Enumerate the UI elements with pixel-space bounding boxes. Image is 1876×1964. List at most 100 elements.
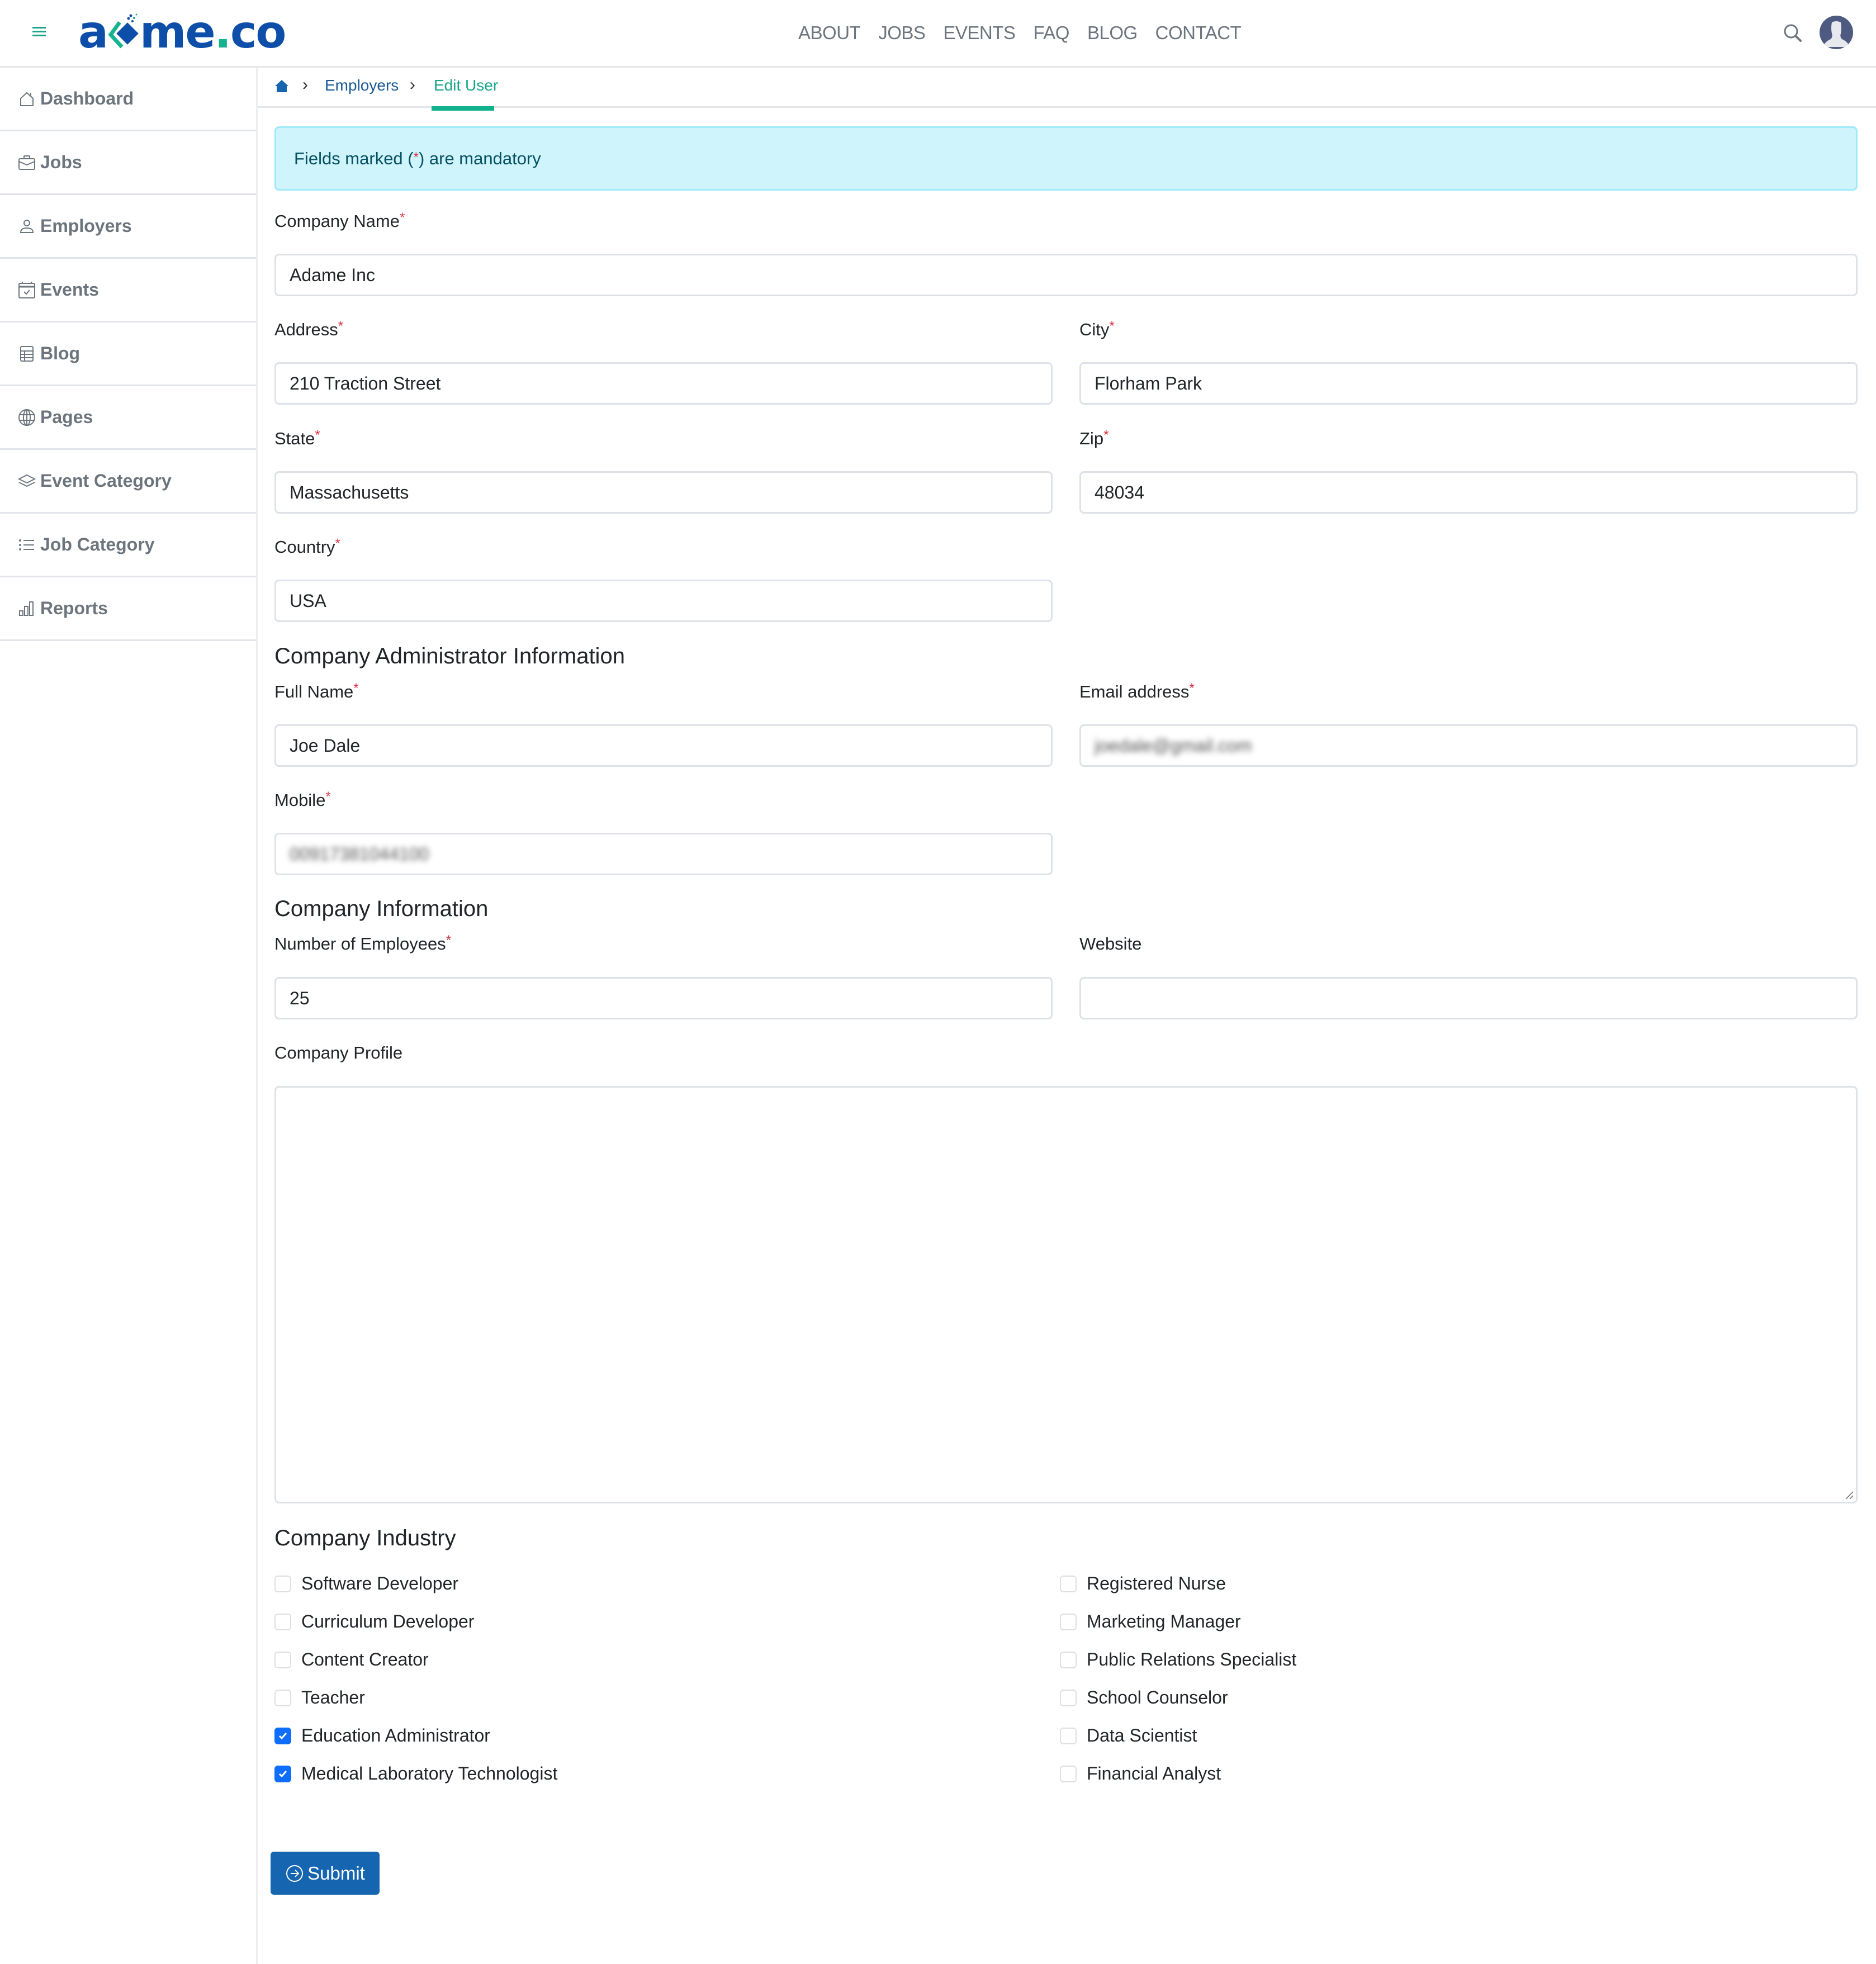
nav-jobs[interactable]: JOBS bbox=[878, 22, 926, 44]
globe-icon bbox=[18, 409, 36, 426]
industry-label: Education Administrator bbox=[301, 1725, 490, 1745]
sidebar-item-job-category[interactable]: Job Category bbox=[0, 514, 256, 577]
sidebar: Dashboard Jobs Employers Events Blog Pag… bbox=[0, 68, 258, 1964]
breadcrumb-chevron-icon: › bbox=[410, 75, 415, 94]
zip-input[interactable]: 48034 bbox=[1079, 471, 1858, 514]
address-input[interactable]: 210 Traction Street bbox=[274, 362, 1053, 405]
admin-info-heading: Company Administrator Information bbox=[274, 644, 625, 668]
checkbox-unchecked[interactable] bbox=[1060, 1689, 1077, 1706]
email-input[interactable]: joedale@gmail.com bbox=[1079, 724, 1858, 767]
industry-checkbox-row[interactable]: School Counselor bbox=[1060, 1687, 1228, 1708]
logo[interactable]: a me.co bbox=[78, 6, 286, 58]
employees-input[interactable]: 25 bbox=[274, 977, 1053, 1019]
industry-label: School Counselor bbox=[1087, 1687, 1228, 1707]
zip-label: Zip* bbox=[1079, 428, 1109, 448]
industry-label: Software Developer bbox=[301, 1573, 459, 1593]
state-input[interactable]: Massachusetts bbox=[274, 471, 1053, 514]
search-icon[interactable] bbox=[1782, 22, 1804, 45]
sidebar-item-dashboard[interactable]: Dashboard bbox=[0, 68, 256, 131]
mobile-input[interactable]: 00917381044100 bbox=[274, 833, 1053, 875]
logo-letter-a: a bbox=[78, 6, 108, 58]
main-nav: ABOUT JOBS EVENTS FAQ BLOG CONTACT bbox=[798, 22, 1259, 44]
industry-checkbox-row[interactable]: Registered Nurse bbox=[1060, 1573, 1226, 1594]
logo-mark-icon bbox=[108, 13, 139, 49]
checkbox-unchecked[interactable] bbox=[1060, 1613, 1077, 1630]
mandatory-fields-alert: Fields marked (*) are mandatory bbox=[274, 126, 1858, 191]
website-label: Website bbox=[1079, 934, 1142, 953]
checkbox-unchecked[interactable] bbox=[1060, 1765, 1077, 1782]
checkbox-unchecked[interactable] bbox=[274, 1613, 291, 1630]
sidebar-item-events[interactable]: Events bbox=[0, 259, 256, 322]
submit-button[interactable]: Submit bbox=[271, 1852, 380, 1895]
sidebar-item-pages[interactable]: Pages bbox=[0, 386, 256, 450]
checkbox-unchecked[interactable] bbox=[1060, 1575, 1077, 1592]
mobile-label: Mobile* bbox=[274, 789, 331, 810]
nav-events[interactable]: EVENTS bbox=[943, 22, 1016, 44]
industry-label: Content Creator bbox=[301, 1649, 429, 1669]
industry-checkbox-row[interactable]: Medical Laboratory Technologist bbox=[274, 1763, 557, 1784]
nav-contact[interactable]: CONTACT bbox=[1155, 22, 1242, 44]
sidebar-item-blog[interactable]: Blog bbox=[0, 322, 256, 386]
company-profile-textarea[interactable] bbox=[274, 1086, 1858, 1503]
checkbox-unchecked[interactable] bbox=[274, 1575, 291, 1592]
sidebar-item-jobs[interactable]: Jobs bbox=[0, 131, 256, 195]
sidebar-item-reports[interactable]: Reports bbox=[0, 577, 256, 641]
checkbox-unchecked[interactable] bbox=[274, 1689, 291, 1706]
breadcrumb-chevron-icon: › bbox=[302, 75, 308, 94]
list-icon bbox=[18, 536, 36, 554]
country-label: Country* bbox=[274, 536, 340, 557]
checkbox-unchecked[interactable] bbox=[1060, 1727, 1077, 1744]
checkbox-unchecked[interactable] bbox=[274, 1651, 291, 1668]
nav-faq[interactable]: FAQ bbox=[1033, 22, 1069, 44]
industry-checkbox-row[interactable]: Financial Analyst bbox=[1060, 1763, 1221, 1784]
checkmark-icon bbox=[278, 1732, 287, 1739]
website-input[interactable] bbox=[1079, 977, 1858, 1019]
top-header: a me.co ABOUT JOBS EVENTS FAQ BLOG CONTA… bbox=[0, 0, 1876, 68]
company-name-input[interactable]: Adame Inc bbox=[274, 254, 1858, 296]
checkmark-icon bbox=[278, 1770, 287, 1777]
nav-about[interactable]: ABOUT bbox=[798, 22, 861, 44]
industry-checkbox-row[interactable]: Content Creator bbox=[274, 1649, 429, 1670]
breadcrumb-home-icon[interactable] bbox=[274, 79, 289, 93]
industry-label: Public Relations Specialist bbox=[1087, 1649, 1297, 1669]
industry-label: Medical Laboratory Technologist bbox=[301, 1763, 558, 1783]
full-name-input[interactable]: Joe Dale bbox=[274, 724, 1053, 767]
industry-checkbox-row[interactable]: Curriculum Developer bbox=[274, 1611, 474, 1632]
sidebar-item-employers[interactable]: Employers bbox=[0, 195, 256, 259]
city-label: City* bbox=[1079, 319, 1115, 339]
active-breadcrumb-underline bbox=[432, 106, 494, 111]
nav-blog[interactable]: BLOG bbox=[1087, 22, 1138, 44]
checkbox-unchecked[interactable] bbox=[1060, 1651, 1077, 1668]
industry-label: Financial Analyst bbox=[1087, 1763, 1221, 1783]
menu-toggle-icon[interactable] bbox=[32, 27, 46, 38]
layers-icon bbox=[18, 472, 36, 490]
resize-handle-icon[interactable] bbox=[1845, 1491, 1854, 1500]
country-input[interactable]: USA bbox=[274, 580, 1053, 622]
briefcase-icon bbox=[18, 154, 36, 172]
email-label: Email address* bbox=[1079, 681, 1195, 701]
arrow-right-circle-icon bbox=[286, 1865, 304, 1882]
industry-checkbox-row[interactable]: Education Administrator bbox=[274, 1725, 490, 1746]
breadcrumb-edit-user: Edit User bbox=[434, 77, 499, 94]
company-industry-heading: Company Industry bbox=[274, 1526, 456, 1550]
industry-checkbox-row[interactable]: Data Scientist bbox=[1060, 1725, 1197, 1746]
industry-checkbox-row[interactable]: Marketing Manager bbox=[1060, 1611, 1241, 1632]
required-asterisk: * bbox=[413, 149, 419, 165]
industry-checkbox-row[interactable]: Public Relations Specialist bbox=[1060, 1649, 1296, 1670]
industry-checkbox-row[interactable]: Software Developer bbox=[274, 1573, 458, 1594]
industry-checkbox-row[interactable]: Teacher bbox=[274, 1687, 365, 1708]
breadcrumb-employers[interactable]: Employers bbox=[325, 77, 399, 94]
bar-chart-icon bbox=[18, 600, 36, 618]
full-name-label: Full Name* bbox=[274, 681, 359, 701]
checkbox-checked[interactable] bbox=[274, 1765, 291, 1782]
home-icon bbox=[18, 90, 36, 108]
sidebar-item-event-category[interactable]: Event Category bbox=[0, 450, 256, 514]
breadcrumb: › Employers › Edit User bbox=[258, 68, 1876, 108]
logo-text: me.co bbox=[139, 6, 286, 58]
city-input[interactable]: Florham Park bbox=[1079, 362, 1858, 405]
user-avatar[interactable] bbox=[1820, 16, 1853, 49]
user-silhouette-icon bbox=[1823, 21, 1850, 47]
company-info-heading: Company Information bbox=[274, 896, 489, 921]
industry-label: Teacher bbox=[301, 1687, 365, 1707]
checkbox-checked[interactable] bbox=[274, 1727, 291, 1744]
